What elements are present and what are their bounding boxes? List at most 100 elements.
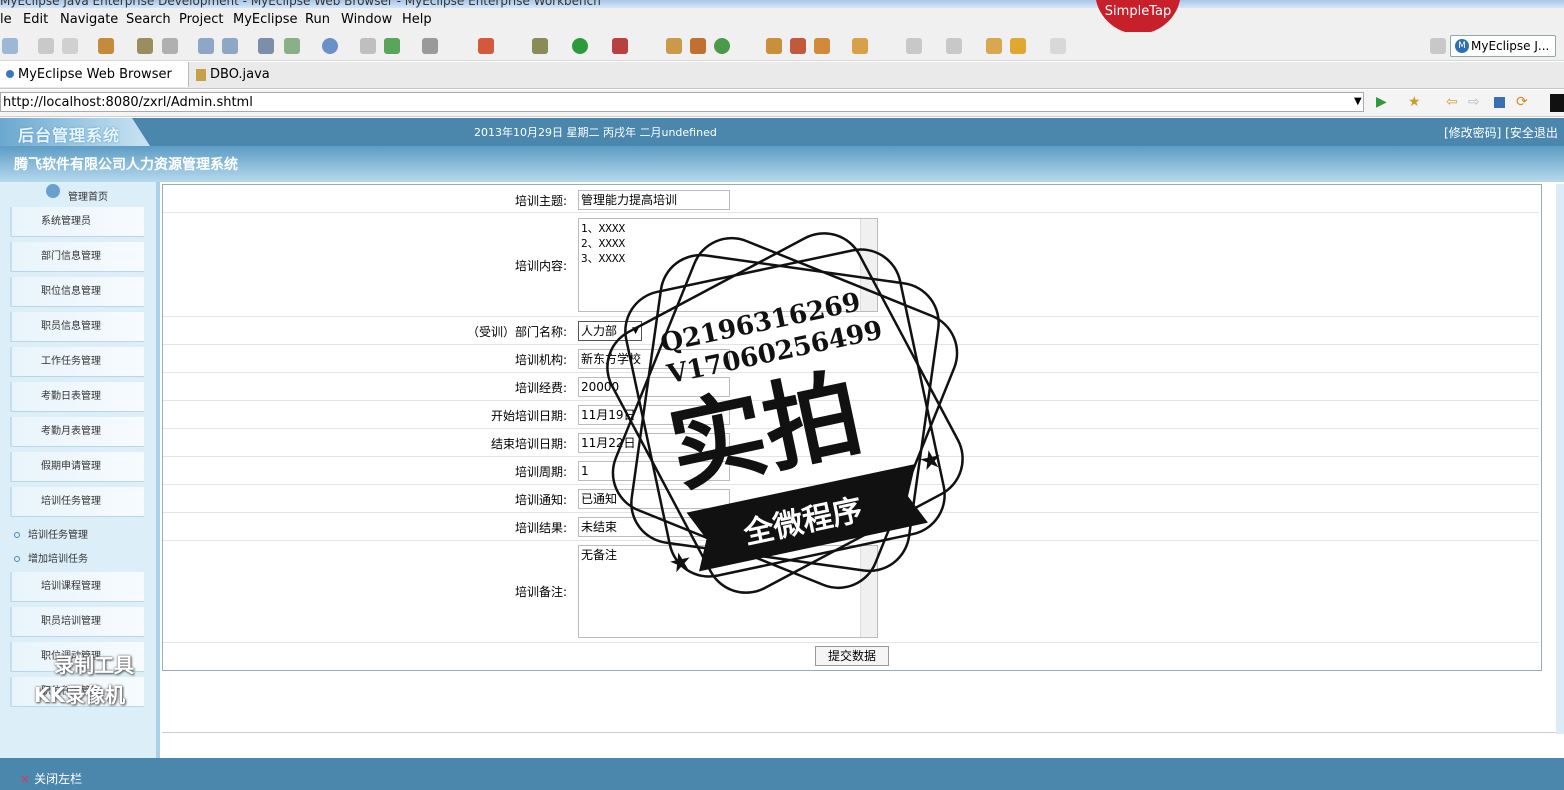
sidebar-sub-add-training[interactable]: 增加培训任务 (14, 550, 88, 565)
browser-back-icon[interactable]: ⇦ (1446, 94, 1458, 110)
globe-icon[interactable] (322, 38, 338, 54)
myeclipse-icon: M (1455, 39, 1469, 53)
console-icon[interactable] (1550, 94, 1564, 112)
page-header (0, 118, 1564, 146)
browser-forward-icon[interactable]: ⇨ (1468, 94, 1480, 110)
sub-item-label: 增加培训任务 (28, 554, 88, 565)
tab-dbo-java[interactable]: DBO.java (190, 62, 302, 87)
sidebar-home[interactable]: 管理首页 (0, 184, 156, 204)
tab-web-browser[interactable]: MyEclipse Web Browser ✕ (0, 62, 189, 106)
debug-config-icon[interactable] (137, 38, 153, 54)
package-explorer-icon[interactable] (690, 38, 706, 54)
folder-icon[interactable] (814, 38, 830, 54)
add-icon[interactable] (384, 38, 400, 54)
recorder-watermark: 录制工具 KK录像机 (34, 650, 134, 710)
menu-search[interactable]: Search (126, 12, 171, 27)
sidebar-item-monthly-attendance[interactable]: 考勤月表管理 (10, 417, 144, 447)
horizontal-scrollbar[interactable] (162, 732, 1560, 737)
close-sidebar-label: 关闭左栏 (34, 772, 83, 786)
new-file-icon[interactable] (284, 38, 300, 54)
window-title: MyEclipse Java Enterprise Development - … (0, 0, 601, 8)
perspective-switcher[interactable]: M MyEclipse J... (1450, 35, 1556, 57)
deploy-icon[interactable] (198, 38, 214, 54)
bullet-icon (14, 556, 20, 562)
browser-icon (6, 70, 14, 78)
sidebar-item-position[interactable]: 职位信息管理 (10, 277, 144, 307)
account-links[interactable]: [修改密码] [安全退出 (1444, 124, 1558, 141)
url-dropdown-icon[interactable]: ▼ (1354, 96, 1362, 107)
external-tools-icon[interactable] (612, 38, 628, 54)
star-icon: ★ (666, 546, 695, 580)
url-input[interactable]: http://localhost:8080/zxrl/Admin.shtml (0, 92, 1364, 112)
sidebar-item-admin[interactable]: 系统管理员 (10, 207, 144, 237)
recorder-line2: KK录像机 (34, 683, 125, 707)
menu-myeclipse[interactable]: MyEclipse (233, 12, 298, 27)
current-date: 2013年10月29日 星期二 丙戌年 二月undefined (474, 126, 717, 139)
label-dept: （受训）部门名称: (466, 325, 567, 339)
forward-icon[interactable] (1050, 38, 1066, 54)
vertical-scrollbar[interactable] (1556, 184, 1564, 734)
next-annotation-icon[interactable] (906, 38, 922, 54)
save-icon[interactable] (38, 38, 54, 54)
pencil-icon[interactable] (790, 38, 806, 54)
toolbar (0, 32, 1564, 61)
menu-project[interactable]: Project (179, 12, 223, 27)
label-topic: 培训主题: (514, 194, 567, 208)
prev-annotation-icon[interactable] (946, 38, 962, 54)
label-org: 培训机构: (514, 353, 567, 367)
tab-label: MyEclipse Web Browser (18, 67, 172, 82)
package-icon[interactable] (98, 38, 114, 54)
refresh-page-icon[interactable]: ⟳ (1516, 94, 1528, 110)
camera-icon[interactable] (422, 38, 438, 54)
print-icon[interactable] (62, 38, 78, 54)
server-icon[interactable] (162, 38, 178, 54)
favorites-icon[interactable]: ★ (1408, 94, 1421, 110)
search-folder-icon[interactable] (852, 38, 868, 54)
go-icon[interactable]: ▶ (1376, 94, 1387, 110)
sidebar-item-work-task[interactable]: 工作任务管理 (10, 347, 144, 377)
close-sidebar-link[interactable]: × 关闭左栏 (20, 770, 82, 787)
run-icon[interactable] (572, 38, 588, 54)
menu-run[interactable]: Run (305, 12, 330, 27)
open-perspective-icon[interactable] (1430, 38, 1446, 54)
back-icon[interactable] (1010, 38, 1026, 54)
new-icon[interactable] (2, 38, 18, 54)
sidebar-item-employee-training[interactable]: 职员培训管理 (10, 607, 144, 637)
undeploy-icon[interactable] (222, 38, 238, 54)
open-icon[interactable] (360, 38, 376, 54)
refresh-icon[interactable] (714, 38, 730, 54)
page-footer (0, 758, 1564, 790)
bug-icon[interactable] (532, 38, 548, 54)
tool-icon[interactable] (478, 38, 494, 54)
topic-input[interactable]: 管理能力提高培训 (578, 190, 730, 210)
open-type-icon[interactable] (766, 38, 782, 54)
stop-icon[interactable] (1494, 97, 1505, 108)
label-start: 开始培训日期: (490, 409, 567, 423)
label-fee: 培训经费: (514, 381, 567, 395)
submit-button[interactable]: 提交数据 (815, 646, 889, 666)
recorder-line1: 录制工具 (54, 653, 134, 677)
menu-window[interactable]: Window (341, 12, 392, 27)
menu-file[interactable]: le (0, 12, 12, 27)
new-class-icon[interactable] (666, 38, 682, 54)
menu-edit[interactable]: Edit (23, 12, 48, 27)
simpletap-label: SimpleTap (1104, 4, 1172, 19)
sidebar-sub-training-manage[interactable]: 培训任务管理 (14, 526, 88, 541)
last-edit-icon[interactable] (986, 38, 1002, 54)
perspective-label: MyEclipse J... (1471, 39, 1550, 53)
sidebar-item-department[interactable]: 部门信息管理 (10, 242, 144, 272)
new-project-icon[interactable] (258, 38, 274, 54)
editor-tab-bar: MyEclipse Web Browser ✕ DBO.java (0, 62, 1564, 106)
sidebar-item-daily-attendance[interactable]: 考勤日表管理 (10, 382, 144, 412)
label-end: 结束培训日期: (490, 437, 567, 451)
home-globe-icon (46, 184, 60, 198)
sidebar-item-training-course[interactable]: 培训课程管理 (10, 572, 144, 602)
sidebar-item-employee[interactable]: 职员信息管理 (10, 312, 144, 342)
sidebar-home-label: 管理首页 (68, 192, 108, 203)
sidebar-item-training-task[interactable]: 培训任务管理 (10, 487, 144, 517)
java-file-icon (196, 68, 206, 81)
sidebar-item-leave[interactable]: 假期申请管理 (10, 452, 144, 482)
menu-help[interactable]: Help (402, 12, 432, 27)
tab-label: DBO.java (210, 67, 270, 82)
menu-navigate[interactable]: Navigate (60, 12, 118, 27)
